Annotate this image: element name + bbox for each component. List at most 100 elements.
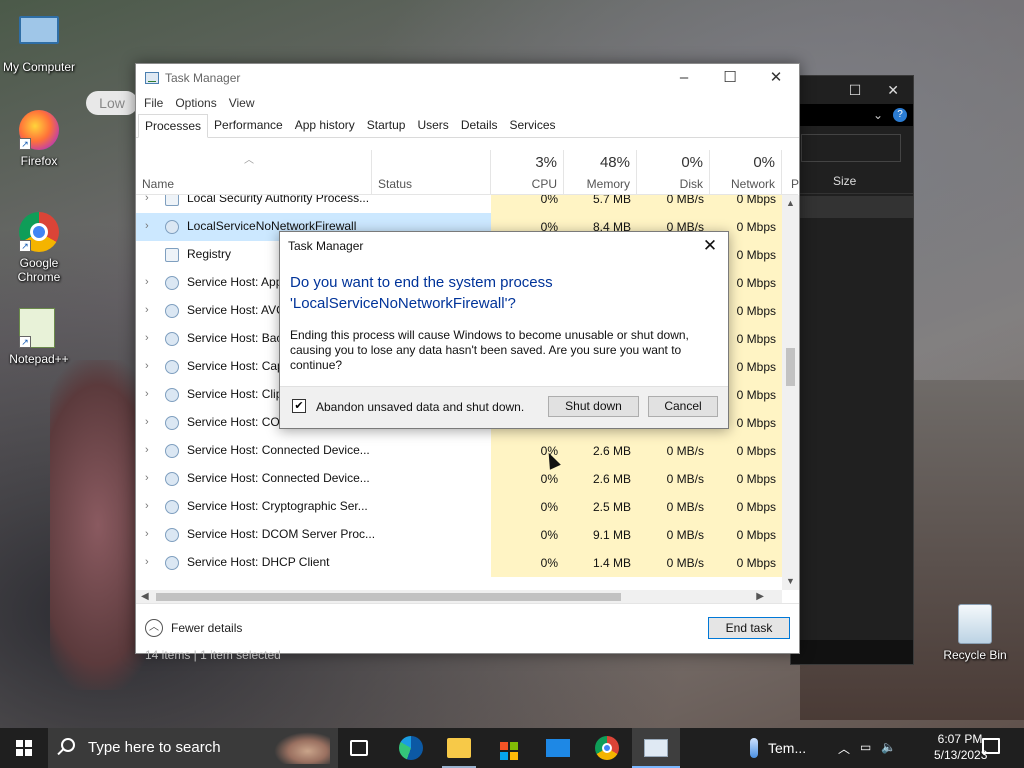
vertical-scrollbar[interactable]: ▲ ▼ — [782, 195, 799, 590]
horizontal-scroll-thumb[interactable] — [156, 593, 621, 601]
tab-performance[interactable]: Performance — [208, 114, 289, 137]
window-title: Task Manager — [165, 71, 241, 85]
cancel-button[interactable]: Cancel — [648, 396, 718, 417]
desktop-icon-firefox[interactable]: ↗ Firefox — [0, 110, 78, 168]
column-header-memory[interactable]: 48% Memory — [564, 150, 637, 195]
clock-date: 5/13/2023 — [934, 748, 988, 762]
tab-users[interactable]: Users — [411, 114, 454, 137]
volume-icon[interactable]: 🔈 — [881, 740, 896, 757]
horizontal-scrollbar[interactable]: ◀ ▶ — [136, 590, 782, 604]
taskbar-clock[interactable]: 6:07 PM 5/13/2023 — [934, 731, 988, 763]
background-window-search-box[interactable] — [801, 134, 901, 162]
vertical-scroll-thumb[interactable] — [786, 348, 795, 386]
table-row[interactable]: › Service Host: DHCP Client 0% 1.4 MB 0 MB/s… — [136, 549, 782, 577]
tab-processes[interactable]: Processes — [138, 114, 209, 138]
desktop-icon-my-computer[interactable]: My Computer — [0, 10, 78, 74]
column-header-power[interactable]: P — [782, 150, 799, 195]
desktop-icon-chrome[interactable]: ↗ Google Chrome — [0, 212, 78, 284]
weather-widget[interactable]: Tem... — [750, 728, 806, 768]
task-manager-taskbar-icon[interactable] — [644, 739, 668, 757]
expand-chevron-icon[interactable]: › — [145, 556, 155, 568]
expand-chevron-icon[interactable]: › — [145, 500, 155, 512]
task-view-icon[interactable] — [350, 740, 368, 756]
scroll-up-icon[interactable]: ▲ — [782, 195, 799, 212]
chevron-down-icon[interactable]: ⌄ — [873, 108, 883, 122]
close-icon[interactable]: ✕ — [887, 82, 899, 99]
chrome-taskbar-icon[interactable] — [595, 736, 619, 760]
network-icon[interactable]: ▭ — [860, 740, 871, 757]
expand-chevron-icon[interactable]: › — [145, 472, 155, 484]
process-name: Service Host: Connected Device... — [187, 443, 370, 457]
start-button[interactable] — [0, 728, 48, 768]
scroll-left-icon[interactable]: ◀ — [141, 590, 149, 604]
expand-chevron-icon[interactable]: › — [145, 416, 155, 428]
table-row[interactable]: › Service Host: DCOM Server Proc... 0% 9.1 … — [136, 521, 782, 549]
column-header-status[interactable]: Status — [372, 150, 491, 195]
column-header-cpu[interactable]: 3% CPU — [491, 150, 564, 195]
menu-options[interactable]: Options — [169, 92, 222, 114]
tab-details[interactable]: Details — [455, 114, 504, 137]
menu-file[interactable]: File — [138, 92, 169, 114]
cell-disk: 0 MB/s — [637, 493, 710, 521]
service-gear-icon — [165, 556, 179, 570]
search-icon — [61, 738, 75, 752]
microsoft-store-icon[interactable] — [497, 736, 521, 760]
expand-chevron-icon[interactable]: › — [145, 195, 155, 204]
expand-chevron-icon[interactable]: › — [145, 332, 155, 344]
end-process-dialog[interactable]: Task Manager ✕ Do you want to end the sy… — [279, 231, 729, 429]
tab-services[interactable]: Services — [504, 114, 562, 137]
cell-memory: 2.6 MB — [564, 465, 637, 493]
column-header-network[interactable]: 0% Network — [710, 150, 782, 195]
expand-chevron-icon[interactable]: › — [145, 360, 155, 372]
table-row[interactable]: › Service Host: Cryptographic Ser... 0% 2.5… — [136, 493, 782, 521]
column-header-name[interactable]: ︿ Name — [136, 150, 372, 195]
low-indicator: Low — [86, 91, 138, 115]
column-header-size[interactable]: Size — [791, 168, 913, 194]
background-window[interactable]: ☐ ✕ ⌄ ? Size — [790, 75, 914, 665]
chevron-up-icon[interactable]: ︿ — [838, 740, 850, 757]
table-row[interactable]: › Service Host: Connected Device... 0% 2.6 … — [136, 465, 782, 493]
shut-down-button[interactable]: Shut down — [548, 396, 639, 417]
column-header-disk[interactable]: 0% Disk — [637, 150, 710, 195]
table-row[interactable]: › Service Host: Connected Device... 0% 2.6 … — [136, 437, 782, 465]
menu-view[interactable]: View — [223, 92, 261, 114]
maximize-button[interactable]: ☐ — [707, 64, 753, 92]
selected-row[interactable] — [791, 196, 913, 218]
expand-chevron-icon[interactable]: › — [145, 444, 155, 456]
table-row[interactable]: › Local Security Authority Process... 0% 5.… — [136, 195, 782, 213]
file-explorer-icon[interactable] — [447, 738, 471, 758]
tab-startup[interactable]: Startup — [361, 114, 412, 137]
help-icon[interactable]: ? — [893, 108, 907, 122]
process-name: Service Host: Clip — [187, 387, 283, 401]
process-name: Service Host: COM — [187, 415, 290, 429]
cell-memory: 1.4 MB — [564, 549, 637, 577]
edge-icon[interactable] — [399, 736, 423, 760]
close-button[interactable]: ✕ — [753, 64, 799, 92]
expand-chevron-icon[interactable]: › — [145, 220, 155, 232]
service-gear-icon — [165, 416, 179, 430]
background-window-statusbar — [791, 640, 913, 664]
expand-chevron-icon[interactable]: › — [145, 304, 155, 316]
dialog-body-text: Ending this process will cause Windows t… — [290, 328, 689, 372]
desktop-icon-notepad-plus-plus[interactable]: ↗ Notepad++ — [0, 308, 78, 366]
dialog-close-icon[interactable]: ✕ — [698, 235, 722, 257]
tab-app-history[interactable]: App history — [289, 114, 361, 137]
minimize-button[interactable]: – — [661, 64, 707, 92]
expand-chevron-icon[interactable]: › — [145, 528, 155, 540]
abandon-data-checkbox-label[interactable]: Abandon unsaved data and shut down. — [316, 400, 524, 414]
scroll-down-icon[interactable]: ▼ — [782, 573, 799, 590]
fewer-details-button[interactable]: ︿ Fewer details — [145, 619, 242, 637]
sort-caret-icon: ︿ — [244, 155, 254, 166]
notifications-icon[interactable] — [982, 738, 1000, 754]
cell-cpu: 0% — [491, 521, 564, 549]
cell-network: 0 Mbps — [710, 195, 782, 213]
maximize-icon[interactable]: ☐ — [849, 82, 862, 99]
desktop-icon-recycle-bin[interactable]: Recycle Bin — [936, 604, 1014, 662]
end-task-button[interactable]: End task — [708, 617, 790, 639]
taskbar-search-box[interactable]: Type here to search — [48, 728, 338, 768]
mail-icon[interactable] — [546, 739, 570, 757]
expand-chevron-icon[interactable]: › — [145, 276, 155, 288]
scroll-right-icon[interactable]: ▶ — [756, 590, 764, 604]
expand-chevron-icon[interactable]: › — [145, 388, 155, 400]
abandon-data-checkbox[interactable]: ✔ — [292, 399, 306, 413]
